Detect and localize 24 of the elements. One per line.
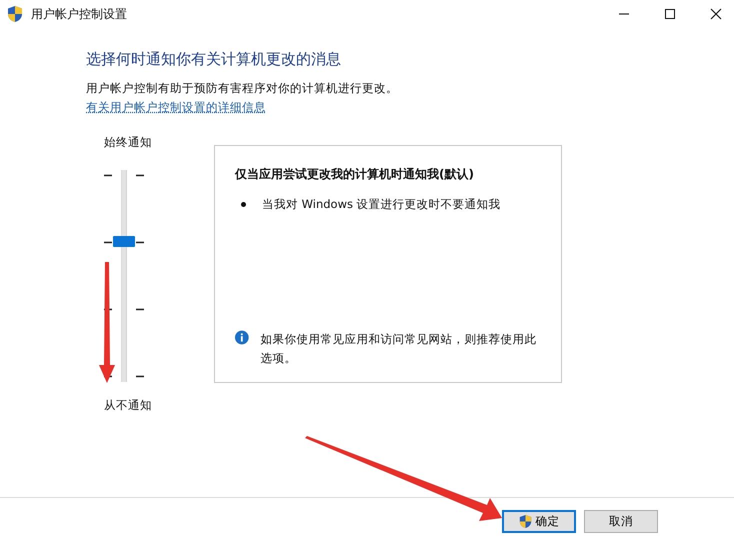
tick-mark-icon (104, 241, 112, 244)
window-title: 用户帐户控制设置 (31, 6, 127, 22)
cancel-button[interactable]: 取消 (584, 510, 658, 533)
details-link[interactable]: 有关用户帐户控制设置的详细信息 (86, 100, 266, 115)
ok-button[interactable]: 确定 (502, 510, 576, 533)
tick-mark-icon (104, 174, 112, 177)
bullet-icon (241, 202, 246, 207)
heading: 选择何时通知你有关计算机更改的消息 (86, 50, 342, 70)
info-icon (235, 330, 249, 345)
info-text: 如果你使用常见应用和访问常见网站，则推荐使用此选项。 (260, 331, 538, 367)
maximize-icon[interactable] (664, 8, 676, 20)
shield-icon (518, 514, 532, 529)
tick-mark-icon (136, 308, 144, 311)
tick-mark-icon (136, 241, 144, 244)
slider-thumb[interactable] (113, 236, 135, 247)
setting-title: 仅当应用尝试更改我的计算机时通知我(默认) (235, 166, 475, 183)
slider-top-label: 始终通知 (104, 135, 152, 150)
tick-mark-icon (136, 174, 144, 177)
close-icon[interactable] (710, 8, 722, 20)
bullet-text: 当我对 Windows 设置进行更改时不要通知我 (262, 197, 501, 212)
description: 用户帐户控制有助于预防有害程序对你的计算机进行更改。 (86, 81, 399, 96)
tick-mark-icon (136, 375, 144, 378)
slider-bottom-label: 从不通知 (104, 398, 152, 413)
shield-icon (7, 5, 23, 23)
